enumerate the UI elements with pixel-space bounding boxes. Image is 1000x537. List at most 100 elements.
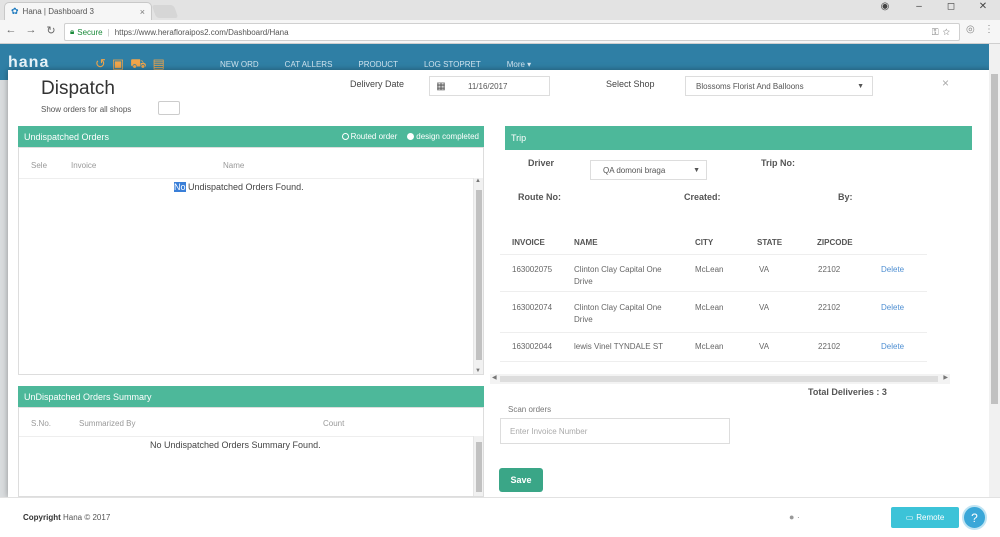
reload-icon[interactable]: ↻: [44, 24, 58, 37]
scroll-thumb[interactable]: [476, 442, 482, 492]
scroll-thumb[interactable]: [476, 190, 482, 360]
browser-tab[interactable]: ✿ Hana | Dashboard 3 ×: [4, 2, 152, 20]
trip-row-name-cont: Drive: [574, 315, 593, 324]
trip-row-city: McLean: [695, 265, 724, 274]
trip-col-city: CITY: [695, 238, 714, 247]
trip-row-state: VA: [759, 342, 770, 351]
delivery-date-input[interactable]: ▦ 11/16/2017: [429, 76, 550, 96]
no-undispatched-text: Undispatched Orders Found.: [185, 182, 304, 192]
app-nav: NEW ORD CAT ALLERS PRODUCT LOG STOPRET M…: [220, 60, 531, 69]
trip-row-name: lewis Vinel TYNDALE ST: [574, 342, 664, 351]
scroll-thumb[interactable]: [500, 376, 938, 382]
shop-select[interactable]: Blossoms Florist And Balloons ▼: [685, 76, 873, 96]
scroll-up-icon[interactable]: ▲: [475, 178, 481, 184]
show-all-toggle[interactable]: [158, 101, 180, 115]
back-arrow-icon[interactable]: ←: [4, 24, 18, 36]
trip-row-state: VA: [759, 265, 770, 274]
trip-row: 163002075 Clinton Clay Capital One Drive…: [500, 254, 927, 292]
close-window-button[interactable]: ✕: [974, 1, 992, 12]
driver-label: Driver: [528, 158, 555, 168]
trip-row-zip: 22102: [818, 342, 841, 351]
trip-row-city: McLean: [695, 303, 724, 312]
trip-row-zip: 22102: [818, 303, 841, 312]
url-bar[interactable]: 🔒︎ Secure | https://www.herafloraipos2.c…: [64, 23, 960, 41]
driver-select-value: QA domoni braga: [603, 165, 666, 175]
app-nav-item[interactable]: PRODUCT: [358, 60, 398, 69]
trip-col-invoice: INVOICE: [512, 238, 545, 247]
summary-header: UnDispatched Orders Summary: [18, 386, 484, 407]
created-label: Created:: [684, 192, 721, 202]
scroll-left-icon[interactable]: ◀: [492, 374, 497, 381]
url-separator: |: [107, 27, 110, 37]
driver-select[interactable]: QA domoni braga ▼: [590, 160, 707, 180]
copyright-label: Copyright: [23, 513, 61, 522]
by-label: By:: [838, 192, 853, 202]
show-all-label: Show orders for all shops: [41, 105, 132, 114]
trip-col-state: STATE: [757, 238, 783, 247]
undispatched-orders-body: Sele Invoice Name No Undispatched Orders…: [18, 147, 484, 375]
design-completed-icon: [407, 133, 415, 140]
table-divider: [19, 436, 473, 437]
app-nav-item[interactable]: LOG STOPRET: [424, 60, 481, 69]
shop-select-value: Blossoms Florist And Balloons: [696, 81, 804, 91]
trip-row-invoice: 163002044: [512, 342, 553, 351]
account-icon[interactable]: ◉: [876, 1, 894, 12]
app-nav-item[interactable]: CAT ALLERS: [285, 60, 333, 69]
menu-icon[interactable]: ⋮: [984, 24, 994, 35]
scroll-right-icon[interactable]: ▶: [943, 374, 948, 381]
total-deliveries: Total Deliveries : 3: [808, 387, 887, 397]
site-favicon-icon: ✿: [11, 6, 19, 16]
trip-title: Trip: [511, 133, 527, 143]
legend-design: design completed: [416, 132, 479, 141]
trip-row-name: Clinton Clay Capital One: [574, 303, 662, 312]
legend-routed: Routed order: [350, 132, 398, 141]
status-dot-icon: ● ·: [789, 512, 800, 522]
no-undispatched-message: No Undispatched Orders Found.: [174, 182, 304, 192]
calendar-icon[interactable]: ▦: [430, 81, 452, 92]
trip-row-state: VA: [759, 303, 770, 312]
trip-row-invoice: 163002074: [512, 303, 553, 312]
maximize-button[interactable]: ◻: [942, 1, 960, 12]
forward-arrow-icon[interactable]: →: [24, 24, 38, 36]
summary-body: S.No. Summarized By Count No Undispatche…: [18, 407, 484, 497]
new-tab-button[interactable]: [151, 5, 179, 18]
delete-link[interactable]: Delete: [881, 265, 904, 274]
copyright-text: Hana © 2017: [60, 513, 111, 522]
page-scrollbar[interactable]: [989, 44, 1000, 497]
delete-link[interactable]: Delete: [881, 303, 904, 312]
save-button[interactable]: Save: [499, 468, 543, 492]
modal-close-icon[interactable]: ×: [942, 76, 949, 90]
delivery-date-value: 11/16/2017: [468, 81, 508, 91]
table-divider: [19, 178, 473, 179]
no-summary-message: No Undispatched Orders Summary Found.: [150, 440, 321, 450]
bookmark-star-icon[interactable]: ⚿☆: [932, 27, 954, 38]
select-shop-label: Select Shop: [606, 79, 655, 89]
remote-button[interactable]: ▭ Remote: [891, 507, 959, 528]
column-header-sno: S.No.: [31, 419, 52, 428]
delivery-date-label: Delivery Date: [350, 79, 405, 89]
trip-horizontal-scrollbar[interactable]: ◀ ▶: [490, 374, 950, 384]
app-nav-item[interactable]: More ▾: [507, 60, 531, 69]
remote-label: Remote: [916, 513, 945, 522]
extension-icon[interactable]: ◎: [966, 24, 975, 35]
scroll-thumb[interactable]: [991, 74, 998, 404]
invoice-number-input[interactable]: Enter Invoice Number: [500, 418, 730, 444]
browser-address-bar: ← → ↻ 🔒︎ Secure | https://www.heraflorai…: [0, 20, 1000, 44]
trip-row-name-cont: Drive: [574, 277, 593, 286]
delete-link[interactable]: Delete: [881, 342, 904, 351]
trip-col-name: NAME: [574, 238, 598, 247]
scroll-down-icon[interactable]: ▼: [475, 368, 481, 374]
undispatched-orders-header: Undispatched Orders Routed order design …: [18, 126, 484, 147]
trip-row: 163002044 lewis Vinel TYNDALE ST McLean …: [500, 334, 927, 362]
lock-icon: 🔒︎: [70, 27, 75, 36]
app-nav-item[interactable]: NEW ORD: [220, 60, 259, 69]
help-button[interactable]: ?: [962, 505, 987, 530]
chevron-down-icon: ▼: [693, 166, 700, 174]
undispatched-scrollbar[interactable]: ▲ ▼: [473, 178, 483, 374]
column-header-invoice: Invoice: [71, 161, 97, 170]
summary-scrollbar[interactable]: [473, 436, 483, 496]
tab-close-icon[interactable]: ×: [140, 7, 145, 17]
trip-col-zipcode: ZIPCODE: [817, 238, 853, 247]
minimize-button[interactable]: –: [910, 1, 928, 12]
trip-row-invoice: 163002075: [512, 265, 553, 274]
